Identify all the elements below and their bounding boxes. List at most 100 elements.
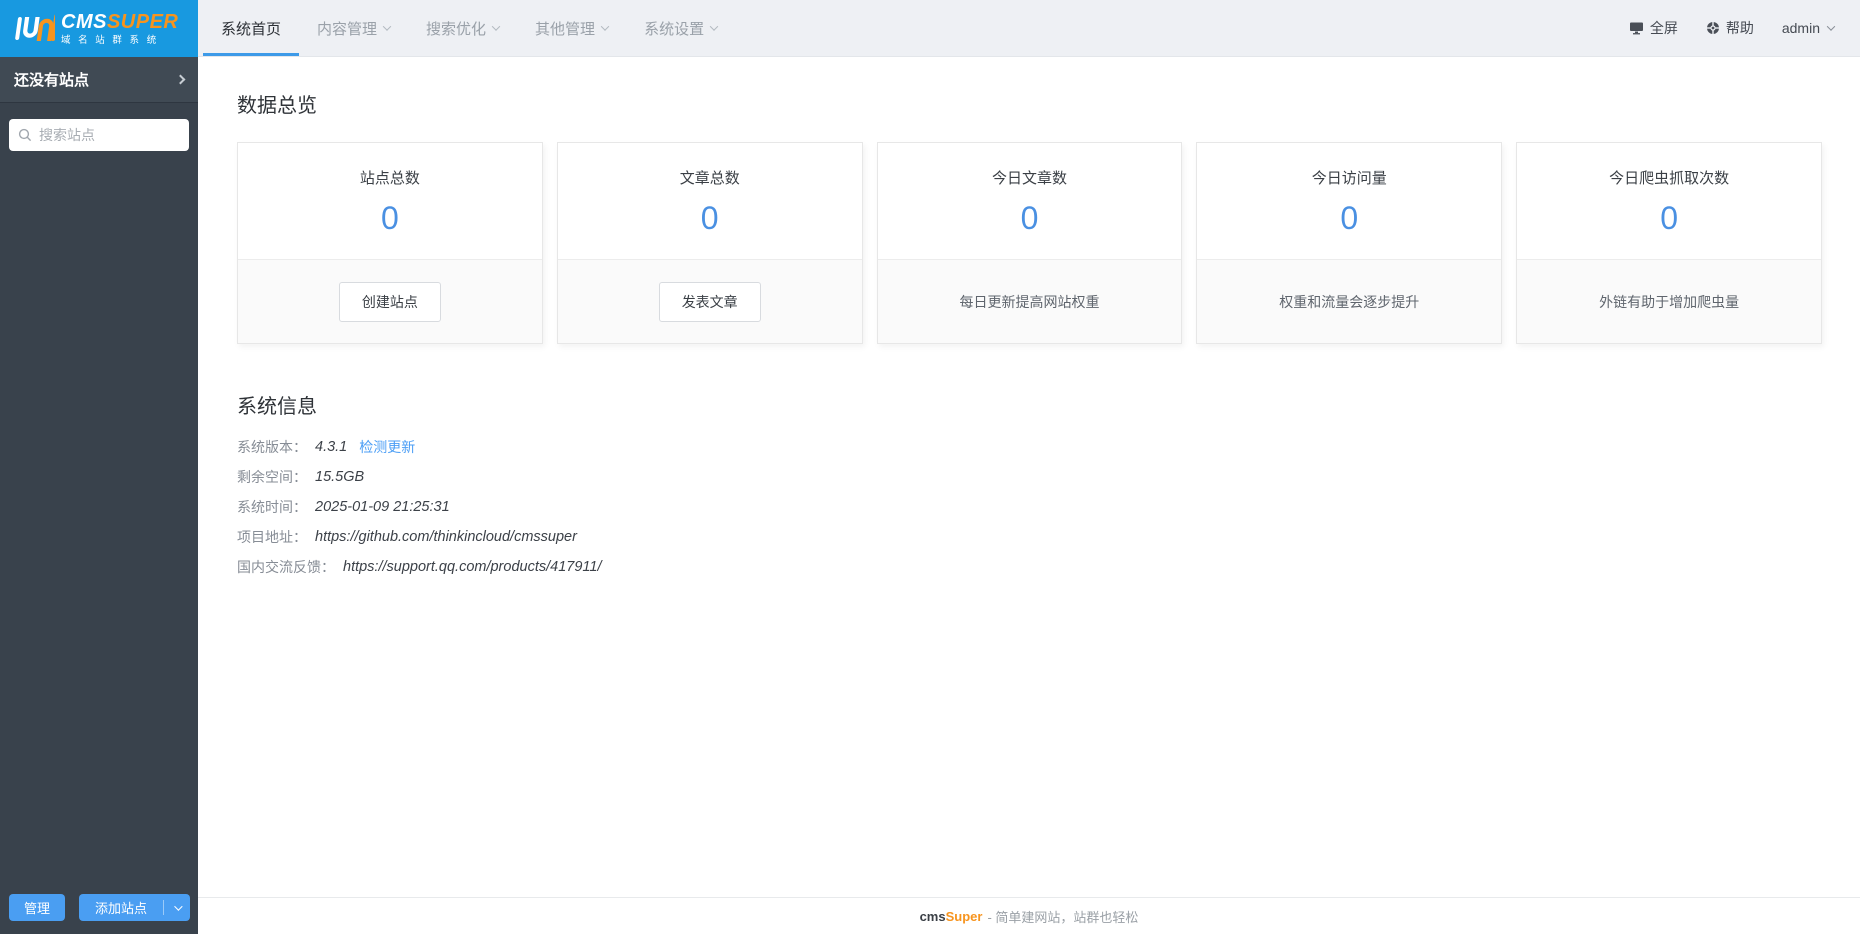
stat-cards: 站点总数 0 创建站点 文章总数 0 发表文章 今日文章数 0 每日更新提高网站… — [237, 142, 1822, 344]
card-title: 今日爬虫抓取次数 — [1609, 170, 1730, 187]
sidebar-no-sites-row[interactable]: 还没有站点 — [0, 57, 198, 103]
page-footer: cms Super - 简单建网站，站群也轻松 — [198, 897, 1860, 934]
system-time-value: 2025-01-09 21:25:31 — [315, 499, 450, 515]
site-search-input[interactable] — [39, 127, 180, 143]
info-label: 剩余空间： — [237, 469, 307, 485]
chevron-down-icon — [1826, 22, 1836, 31]
card-note: 每日更新提高网站权重 — [959, 293, 1100, 310]
chevron-right-icon — [175, 74, 186, 85]
check-update-link[interactable]: 检测更新 — [359, 439, 415, 456]
card-note: 外链有助于增加爬虫量 — [1599, 293, 1740, 310]
card-value: 0 — [1340, 200, 1359, 236]
footer-tagline: - 简单建网站，站群也轻松 — [987, 909, 1139, 925]
info-row-project: 项目地址： https://github.com/thinkincloud/cm… — [237, 529, 1822, 546]
app-root: CMSSUPER 域 名 站 群 系 统 还没有站点 管理 添加站点 — [0, 0, 1860, 934]
card-title: 文章总数 — [679, 170, 740, 187]
info-row-version: 系统版本： 4.3.1 检测更新 — [237, 439, 1822, 456]
sidebar: CMSSUPER 域 名 站 群 系 统 还没有站点 管理 添加站点 — [0, 0, 198, 934]
overview-title: 数据总览 — [237, 95, 317, 117]
publish-article-button[interactable]: 发表文章 — [658, 281, 761, 322]
logo-mark-icon — [11, 11, 55, 47]
top-navigation: 系统首页 内容管理 搜索优化 其他管理 系统设置 全屏 帮助 admin — [198, 0, 1860, 57]
add-site-dropdown-toggle[interactable] — [164, 894, 190, 921]
tab-label: 系统设置 — [644, 20, 705, 38]
feedback-url-value: https://support.qq.com/products/417911/ — [343, 559, 602, 575]
card-top: 今日文章数 0 — [878, 143, 1182, 259]
footer-brand-super: Super — [945, 908, 983, 924]
add-site-split-button: 添加站点 — [79, 894, 191, 921]
project-url-value: https://github.com/thinkincloud/cmssuper — [315, 529, 577, 545]
card-value: 0 — [381, 200, 399, 236]
card-value: 0 — [700, 200, 719, 236]
card-title: 今日访问量 — [1311, 170, 1387, 187]
info-label: 国内交流反馈： — [237, 559, 335, 575]
card-top: 站点总数 0 — [238, 143, 542, 259]
tab-system-home[interactable]: 系统首页 — [203, 0, 299, 56]
tab-content-management[interactable]: 内容管理 — [299, 0, 408, 56]
topbar-right: 全屏 帮助 admin — [1629, 0, 1860, 56]
username: admin — [1781, 20, 1820, 36]
brand-logo: CMSSUPER 域 名 站 群 系 统 — [0, 0, 198, 57]
footer-brand-cms: cms — [919, 908, 946, 924]
card-bottom: 每日更新提高网站权重 — [877, 259, 1182, 343]
stat-card-articles-total: 文章总数 0 发表文章 — [556, 142, 863, 344]
card-top: 今日爬虫抓取次数 0 — [1517, 143, 1821, 259]
stat-card-sites-total: 站点总数 0 创建站点 — [237, 142, 543, 344]
tab-label: 系统首页 — [221, 20, 282, 38]
card-bottom: 外链有助于增加爬虫量 — [1517, 259, 1821, 343]
chevron-down-icon — [382, 22, 392, 31]
sidebar-actions: 管理 添加站点 — [0, 894, 198, 934]
info-row-disk: 剩余空间： 15.5GB — [237, 469, 1822, 486]
search-icon — [18, 128, 32, 142]
stat-card-articles-today: 今日文章数 0 每日更新提高网站权重 — [876, 142, 1183, 344]
fullscreen-icon — [1629, 21, 1644, 35]
card-value: 0 — [1660, 200, 1678, 236]
system-info-section: 系统信息 系统版本： 4.3.1 检测更新 剩余空间： 15.5GB 系统时间：… — [237, 390, 1822, 576]
chevron-down-icon — [709, 22, 719, 31]
card-bottom: 创建站点 — [238, 259, 542, 343]
tab-label: 搜索优化 — [426, 20, 487, 38]
fullscreen-label: 全屏 — [1649, 20, 1678, 36]
disk-space-value: 15.5GB — [315, 469, 365, 485]
tab-system-settings[interactable]: 系统设置 — [626, 0, 735, 56]
card-title: 今日文章数 — [991, 170, 1067, 187]
brand-text: CMSSUPER 域 名 站 群 系 统 — [61, 12, 178, 46]
create-site-button[interactable]: 创建站点 — [338, 281, 441, 322]
manage-button[interactable]: 管理 — [9, 894, 66, 921]
info-row-feedback: 国内交流反馈： https://support.qq.com/products/… — [237, 559, 1822, 576]
card-bottom: 发表文章 — [557, 259, 862, 343]
nav-tabs: 系统首页 内容管理 搜索优化 其他管理 系统设置 — [198, 0, 735, 56]
tab-other-management[interactable]: 其他管理 — [517, 0, 626, 56]
stat-card-visits-today: 今日访问量 0 权重和流量会逐步提升 — [1196, 142, 1503, 344]
brand-subtitle: 域 名 站 群 系 统 — [61, 34, 159, 46]
system-version-value: 4.3.1 — [315, 439, 348, 455]
tab-label: 内容管理 — [317, 20, 378, 38]
brand-cms: CMS — [61, 10, 107, 33]
card-top: 文章总数 0 — [558, 143, 862, 259]
page-content: 数据总览 站点总数 0 创建站点 文章总数 0 发表文章 今日文章数 0 每日更… — [198, 57, 1860, 897]
help-label: 帮助 — [1725, 20, 1754, 36]
card-top: 今日访问量 0 — [1197, 143, 1501, 259]
info-row-time: 系统时间： 2025-01-09 21:25:31 — [237, 499, 1822, 516]
add-site-button[interactable]: 添加站点 — [79, 894, 163, 921]
info-label: 项目地址： — [237, 529, 307, 545]
no-sites-label: 还没有站点 — [14, 72, 90, 89]
chevron-down-icon — [600, 22, 610, 31]
fullscreen-button[interactable]: 全屏 — [1629, 18, 1678, 38]
info-label: 系统版本： — [237, 439, 307, 455]
card-bottom: 权重和流量会逐步提升 — [1197, 259, 1502, 343]
card-note: 权重和流量会逐步提升 — [1279, 293, 1420, 310]
user-menu[interactable]: admin — [1781, 20, 1836, 36]
brand-super: SUPER — [106, 10, 179, 33]
chevron-down-icon — [491, 22, 501, 31]
tab-search-optimization[interactable]: 搜索优化 — [408, 0, 517, 56]
main-area: 系统首页 内容管理 搜索优化 其他管理 系统设置 全屏 帮助 admin 数据总… — [198, 0, 1860, 934]
info-label: 系统时间： — [237, 499, 307, 515]
stat-card-crawler-today: 今日爬虫抓取次数 0 外链有助于增加爬虫量 — [1516, 142, 1822, 344]
card-value: 0 — [1020, 200, 1039, 236]
site-search-box — [9, 119, 189, 151]
chevron-down-icon — [174, 901, 183, 911]
card-title: 站点总数 — [359, 170, 420, 187]
help-button[interactable]: 帮助 — [1706, 18, 1754, 38]
